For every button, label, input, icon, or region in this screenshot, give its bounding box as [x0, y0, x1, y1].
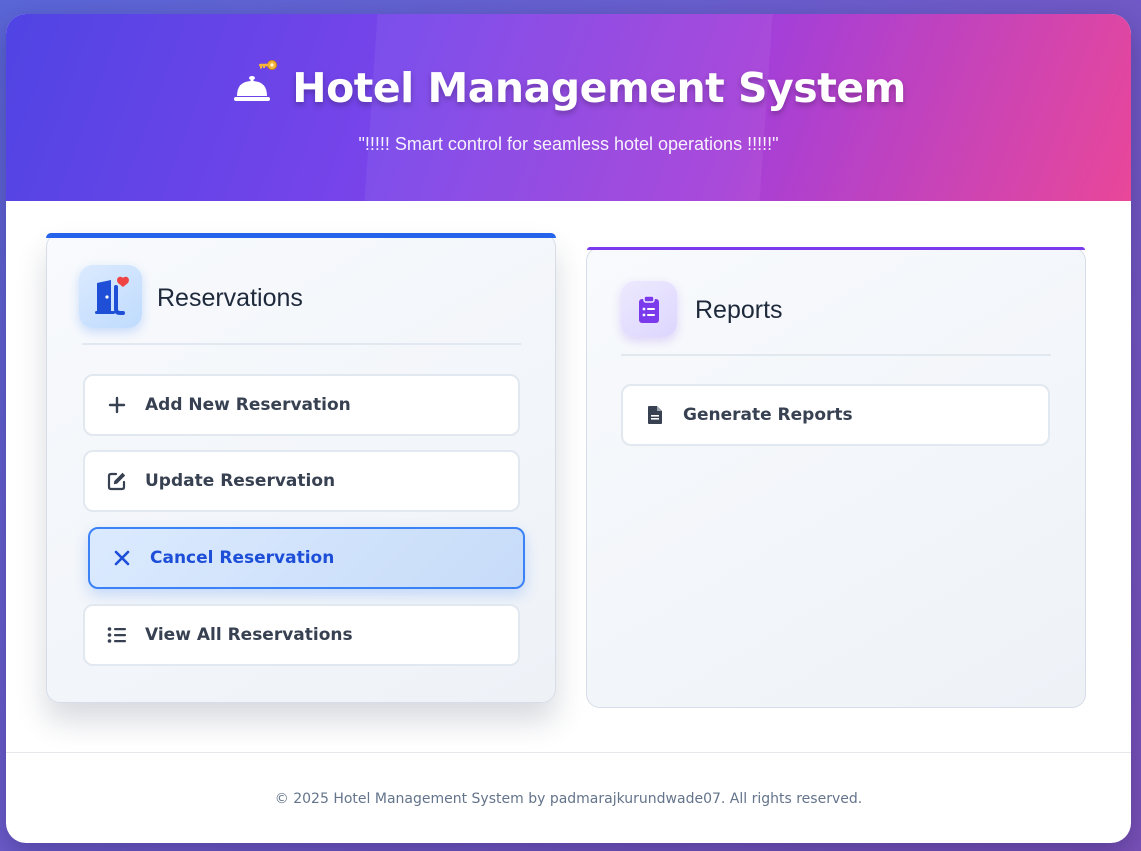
- reservations-title: Reservations: [157, 284, 303, 312]
- generate-reports-button[interactable]: Generate Reports: [621, 384, 1050, 446]
- page-subtitle: "!!!!! Smart control for seamless hotel …: [358, 134, 779, 154]
- list-icon: [107, 625, 127, 645]
- reports-title: Reports: [695, 296, 783, 324]
- bellhop-bell-icon: [231, 58, 279, 106]
- cancel-reservation-label: Cancel Reservation: [150, 548, 335, 568]
- clipboard-list-icon: [621, 281, 677, 337]
- update-reservation-label: Update Reservation: [145, 471, 336, 491]
- cancel-reservation-button[interactable]: Cancel Reservation: [88, 527, 525, 589]
- add-reservation-label: Add New Reservation: [145, 395, 351, 415]
- reports-divider: [621, 354, 1051, 356]
- generate-reports-label: Generate Reports: [683, 405, 853, 425]
- file-icon: [645, 405, 665, 425]
- add-reservation-button[interactable]: Add New Reservation: [83, 374, 520, 436]
- edit-icon: [107, 471, 127, 491]
- key-icon: [259, 60, 278, 70]
- update-reservation-button[interactable]: Update Reservation: [83, 450, 520, 512]
- reservations-card: Reservations Add New Reservation Update …: [46, 232, 556, 703]
- footer-divider: [6, 752, 1131, 753]
- page-title: Hotel Management System: [292, 64, 906, 112]
- door-heart-icon: [79, 265, 142, 328]
- view-all-reservations-label: View All Reservations: [145, 625, 353, 645]
- reports-card: Reports Generate Reports: [586, 246, 1086, 708]
- plus-icon: [107, 395, 127, 415]
- x-icon: [112, 548, 132, 568]
- app-window: Hotel Management System "!!!!! Smart con…: [6, 14, 1131, 843]
- view-all-reservations-button[interactable]: View All Reservations: [83, 604, 520, 666]
- reservations-divider: [82, 343, 521, 345]
- footer-text: © 2025 Hotel Management System by padmar…: [274, 791, 863, 807]
- title-row: Hotel Management System: [6, 60, 1131, 112]
- header-banner: Hotel Management System "!!!!! Smart con…: [6, 14, 1131, 201]
